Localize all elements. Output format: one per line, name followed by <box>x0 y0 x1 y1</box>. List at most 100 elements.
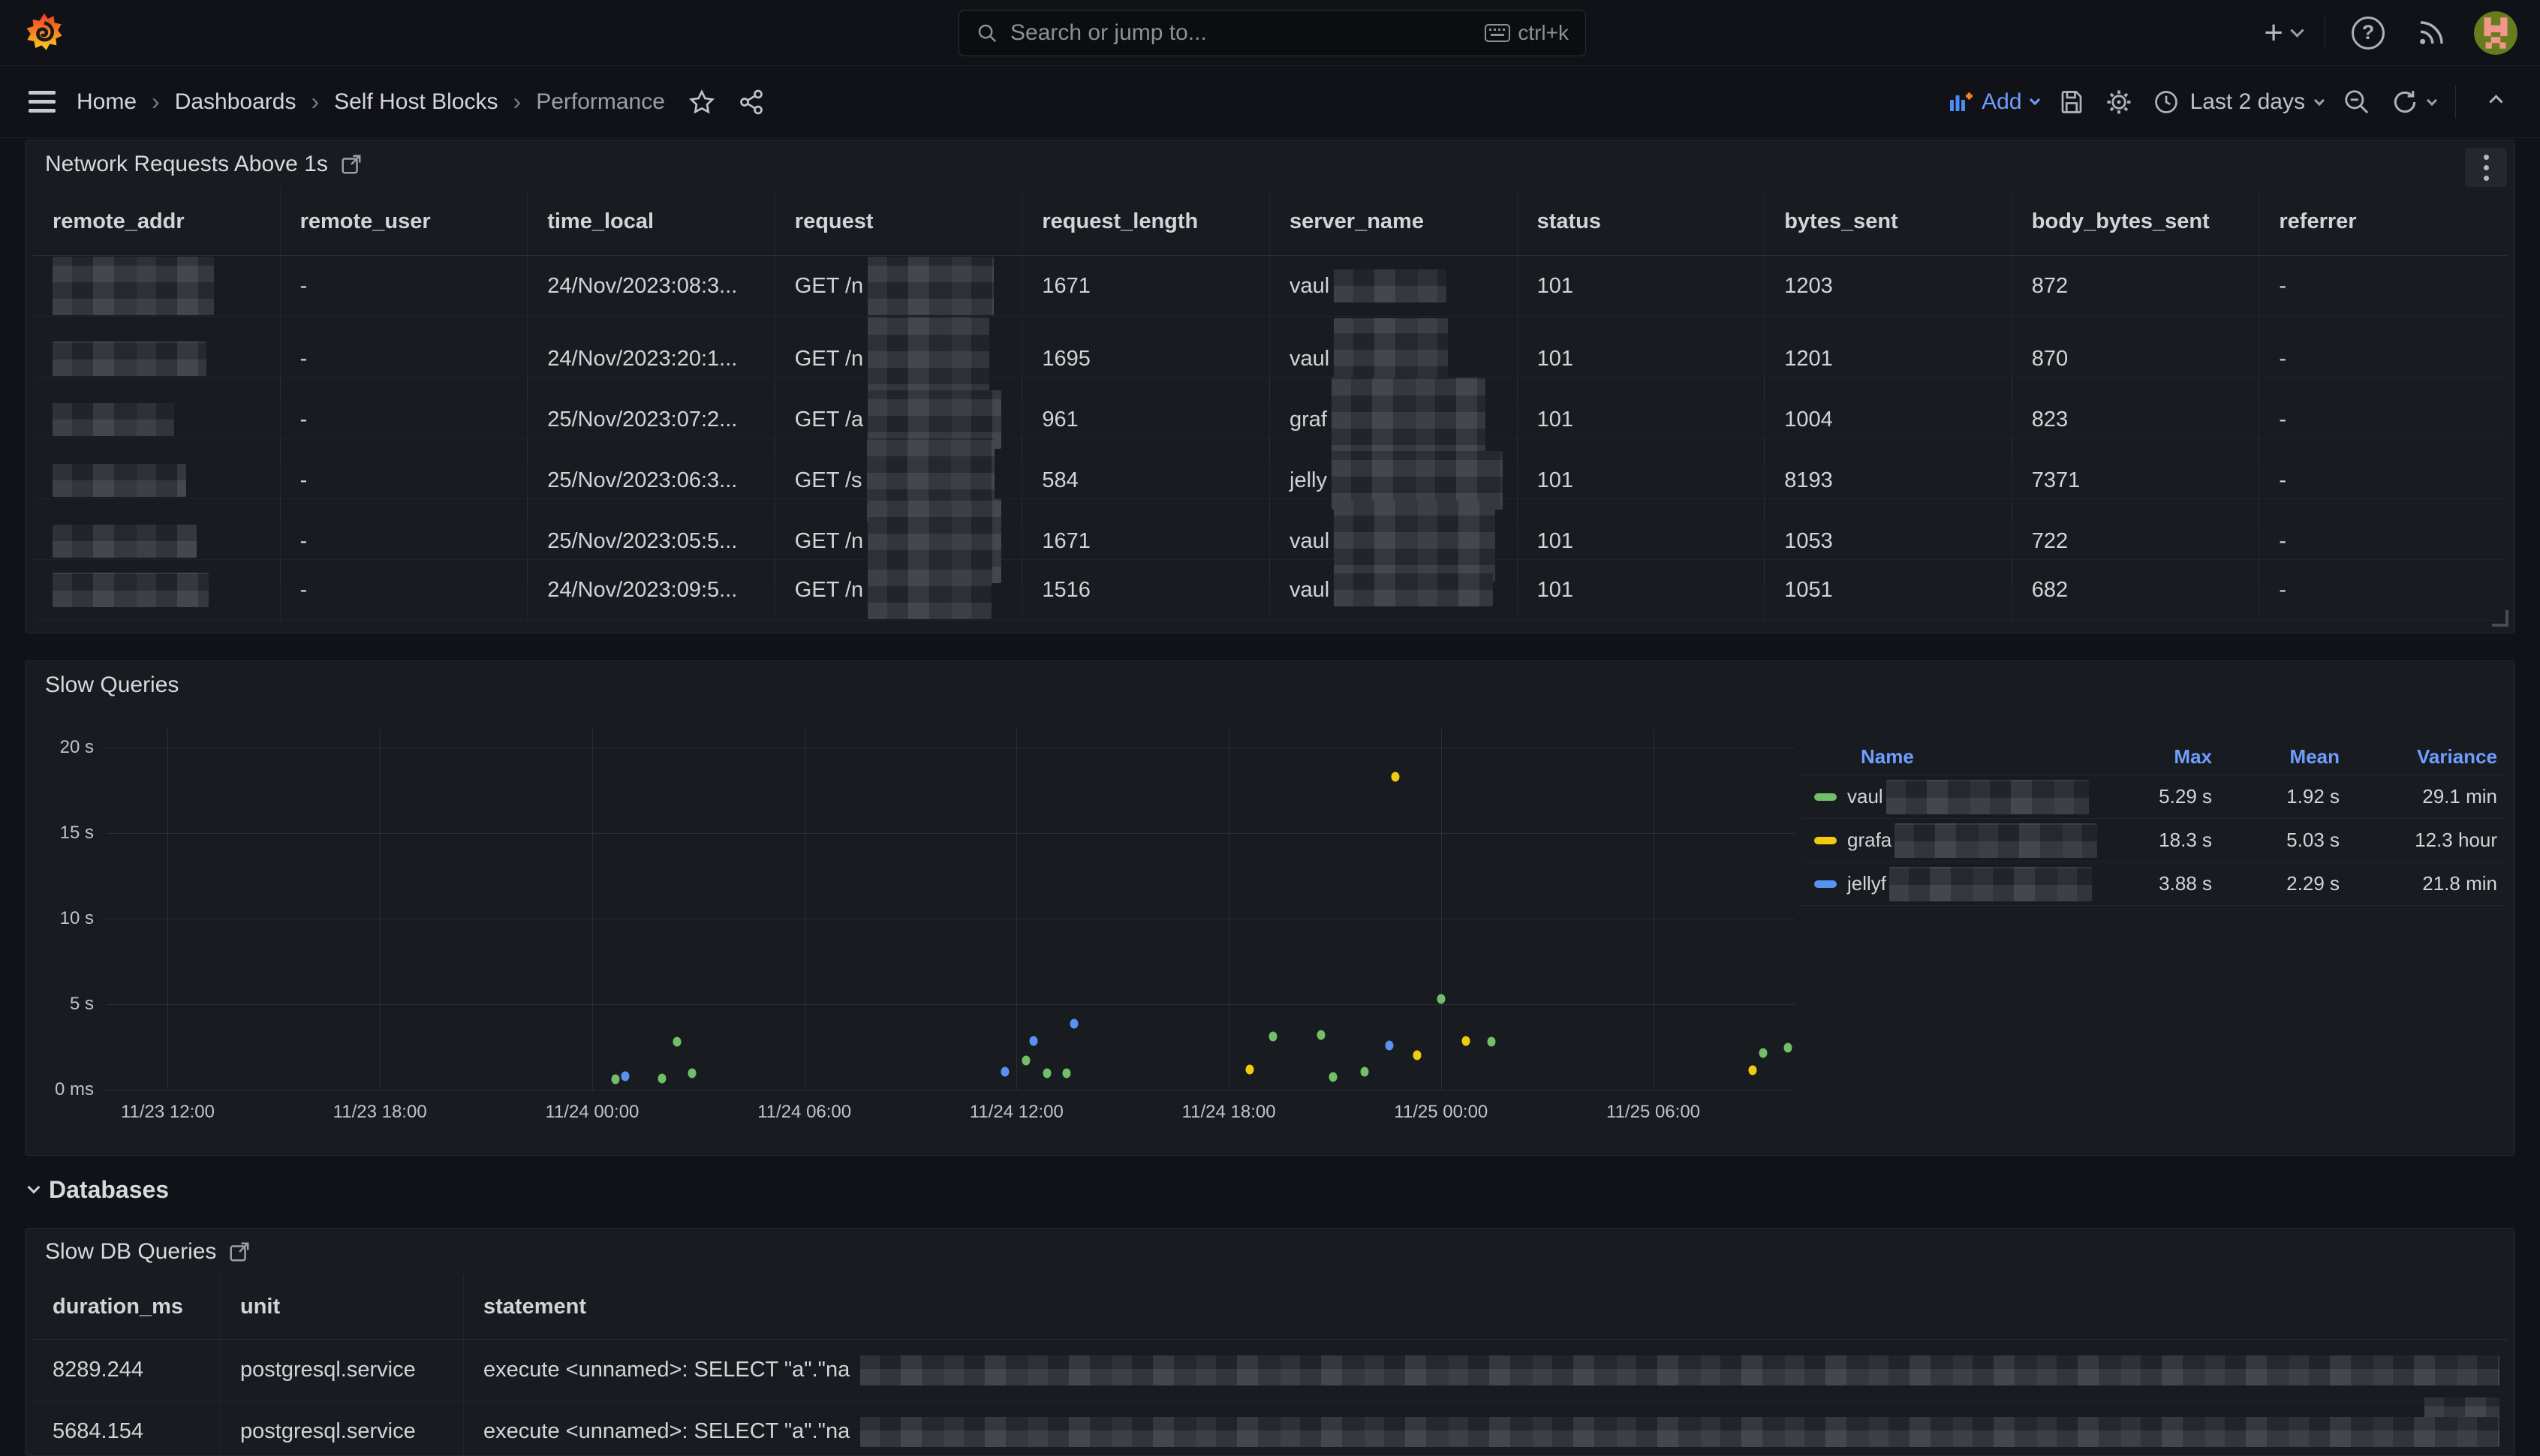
x-axis-tick-label: 11/24 00:00 <box>545 1102 639 1123</box>
redacted-text <box>1889 867 2092 901</box>
dashboard-settings-button[interactable] <box>2105 88 2133 116</box>
legend-header-mean[interactable]: Mean <box>2212 745 2340 769</box>
column-header-remote_addr[interactable]: remote_addr <box>33 188 281 255</box>
scatter-point <box>1361 1067 1369 1077</box>
column-header-duration_ms[interactable]: duration_ms <box>33 1275 221 1339</box>
cell-text: 101 <box>1537 274 1573 299</box>
gridline <box>1441 729 1442 1090</box>
column-header-bytes_sent[interactable]: bytes_sent <box>1765 188 2012 255</box>
add-button[interactable]: Add <box>1949 89 2038 115</box>
external-link-icon[interactable] <box>228 1241 251 1263</box>
table-cell: - <box>281 256 528 316</box>
cell-text: 1671 <box>1042 529 1091 554</box>
scatter-point <box>1461 1036 1470 1046</box>
scatter-point <box>1030 1036 1038 1046</box>
share-icon <box>738 89 765 116</box>
cell-text: jellyf <box>1847 872 1886 895</box>
cell-text: GET /a <box>795 408 863 432</box>
menu-toggle[interactable] <box>24 86 60 117</box>
gridline <box>167 729 168 1090</box>
star-icon <box>688 89 715 116</box>
table-cell: 1671 <box>1022 256 1270 316</box>
column-header-unit[interactable]: unit <box>221 1275 464 1339</box>
search-icon <box>976 22 998 44</box>
collapse-toolbar-button[interactable] <box>2475 82 2516 122</box>
column-header-body_bytes_sent[interactable]: body_bytes_sent <box>2012 188 2260 255</box>
refresh-button[interactable] <box>2391 88 2436 116</box>
scatter-point <box>621 1071 629 1081</box>
legend-series-name[interactable]: vaul <box>1847 780 2099 814</box>
series-color-pill[interactable] <box>1814 837 1837 844</box>
legend-header-name[interactable]: Name <box>1861 745 2099 769</box>
scatter-point <box>1413 1051 1422 1060</box>
avatar[interactable] <box>2474 11 2517 55</box>
breadcrumb-separator: › <box>152 88 160 116</box>
panel-resize-handle[interactable] <box>2492 610 2508 627</box>
breadcrumb-folder[interactable]: Self Host Blocks <box>334 89 498 115</box>
series-color-pill[interactable] <box>1814 880 1837 888</box>
grafana-logo[interactable] <box>23 11 66 55</box>
zoom-out-button[interactable] <box>2343 88 2371 116</box>
redacted-text <box>53 257 214 315</box>
cell-text: 1695 <box>1042 347 1091 372</box>
panel-title[interactable]: Slow Queries <box>45 672 179 698</box>
cell-text: vaul <box>1290 578 1329 603</box>
scatter-point <box>1022 1056 1030 1066</box>
help-button[interactable]: ? <box>2348 13 2388 53</box>
table-cell-statement: execute <unnamed>: SELECT "a"."na <box>464 1340 2507 1400</box>
table-header-row: duration_msunitstatement <box>33 1275 2507 1340</box>
column-header-statement[interactable]: statement <box>464 1275 2507 1339</box>
panel-title[interactable]: Network Requests Above 1s <box>45 152 328 177</box>
legend-header-max[interactable]: Max <box>2099 745 2212 769</box>
series-color-pill[interactable] <box>1814 793 1837 801</box>
redacted-text <box>868 257 994 315</box>
section-label: Databases <box>49 1176 169 1204</box>
scatter-plot: 0 ms5 s10 s15 s20 s11/23 12:0011/23 18:0… <box>106 729 1795 1090</box>
search-placeholder: Search or jump to... <box>1010 20 1207 46</box>
breadcrumb-dashboards[interactable]: Dashboards <box>175 89 296 115</box>
external-link-icon[interactable] <box>340 153 363 176</box>
legend-header-variance[interactable]: Variance <box>2340 745 2497 769</box>
table-cell: 1203 <box>1765 256 2012 316</box>
table-header-row: remote_addrremote_usertime_localrequestr… <box>33 188 2507 256</box>
breadcrumb-separator: › <box>513 88 522 116</box>
cell-text: 584 <box>1042 468 1078 493</box>
panel-menu-button[interactable] <box>2465 148 2507 187</box>
legend-series-name[interactable]: jellyf <box>1847 867 2099 901</box>
dashboard-body: Network Requests Above 1s remote_addrrem… <box>0 140 2540 1456</box>
redacted-text <box>860 1417 2499 1447</box>
chevron-down-icon <box>28 1181 41 1194</box>
favorite-button[interactable] <box>682 82 722 122</box>
legend-row: jellyf3.88 s2.29 s21.8 min <box>1802 862 2503 906</box>
new-menu-button[interactable]: + <box>2264 13 2302 53</box>
column-header-server_name[interactable]: server_name <box>1270 188 1518 255</box>
panel-title[interactable]: Slow DB Queries <box>45 1239 216 1265</box>
section-databases[interactable]: Databases <box>25 1169 2515 1210</box>
time-range-picker[interactable]: Last 2 days <box>2153 89 2323 116</box>
news-button[interactable] <box>2411 13 2451 53</box>
column-header-remote_user[interactable]: remote_user <box>281 188 528 255</box>
refresh-icon <box>2391 88 2419 116</box>
search-input[interactable]: Search or jump to... ctrl+k <box>959 10 1586 56</box>
add-panel-icon <box>1949 90 1973 114</box>
table-row: -25/Nov/2023:07:2...GET /a961graf1011004… <box>33 378 2507 438</box>
column-header-status[interactable]: status <box>1518 188 1765 255</box>
save-dashboard-button[interactable] <box>2058 89 2085 116</box>
column-header-time_local[interactable]: time_local <box>528 188 775 255</box>
breadcrumb-home[interactable]: Home <box>77 89 137 115</box>
legend-series-name[interactable]: grafa <box>1847 823 2099 858</box>
share-button[interactable] <box>731 82 772 122</box>
scatter-point <box>658 1074 666 1084</box>
statement-content: execute <unnamed>: SELECT "a"."na <box>483 1417 2499 1447</box>
column-header-request_length[interactable]: request_length <box>1022 188 1270 255</box>
grafana-dashboard: { "topnav": { "search_placeholder": "Sea… <box>0 0 2540 1456</box>
column-header-referrer[interactable]: referrer <box>2259 188 2507 255</box>
column-header-request[interactable]: request <box>775 188 1023 255</box>
table-cell-unit: postgresql.service <box>221 1401 464 1456</box>
panel-header: Slow Queries <box>26 661 2514 709</box>
table-cell: 872 <box>2012 256 2260 316</box>
table-cell: 1051 <box>1765 560 2012 620</box>
cell-text: 101 <box>1537 529 1573 554</box>
table-row: -24/Nov/2023:09:5...GET /n1516vaul101105… <box>33 560 2507 621</box>
cell-text: graf <box>1290 408 1327 432</box>
